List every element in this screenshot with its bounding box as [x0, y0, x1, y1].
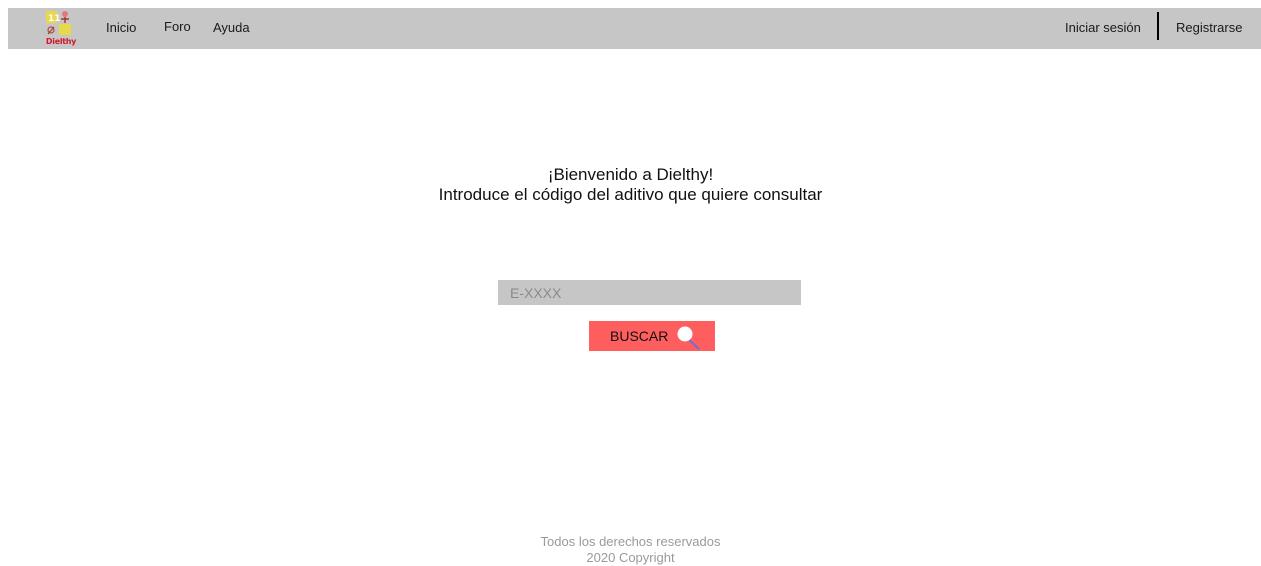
- search-button-label: BUSCAR: [610, 328, 669, 344]
- top-navbar: 11 Dielthy Inicio Foro Ayuda Iniciar ses…: [8, 8, 1261, 49]
- nav-divider: [1157, 12, 1159, 40]
- welcome-instructions: Introduce el código del aditivo que quie…: [438, 185, 823, 204]
- nav-link-inicio[interactable]: Inicio: [106, 20, 136, 36]
- logo-text: Dielthy: [45, 37, 77, 46]
- register-link[interactable]: Registrarse: [1176, 20, 1242, 36]
- search-button[interactable]: BUSCAR: [589, 321, 715, 351]
- nav-link-ayuda[interactable]: Ayuda: [213, 20, 250, 36]
- footer-rights: Todos los derechos reservados: [540, 534, 721, 549]
- welcome-heading: ¡Bienvenido a Dielthy!: [547, 165, 714, 184]
- svg-text:11: 11: [48, 14, 61, 24]
- additive-code-input[interactable]: [498, 280, 801, 305]
- logo-graphic-icon: 11: [46, 11, 71, 35]
- login-link[interactable]: Iniciar sesión: [1065, 20, 1141, 36]
- magnifier-icon: [677, 326, 700, 350]
- nav-link-foro[interactable]: Foro: [164, 19, 191, 35]
- dielthy-logo[interactable]: 11 Dielthy: [45, 10, 77, 46]
